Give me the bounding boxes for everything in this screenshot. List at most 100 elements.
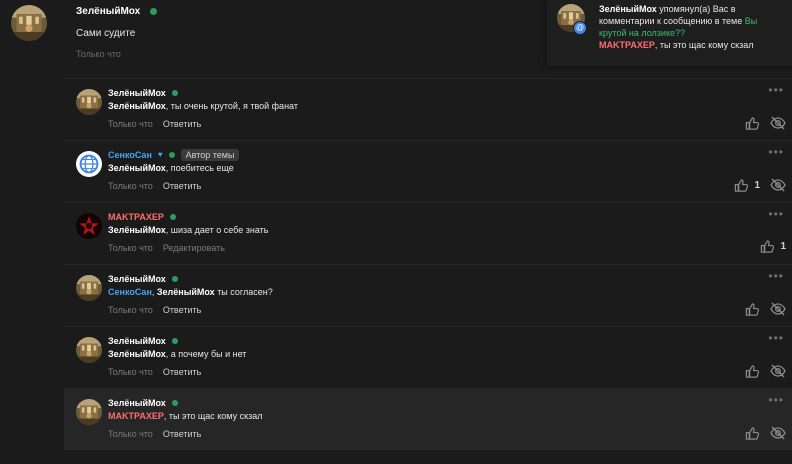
avatar[interactable] (11, 5, 47, 41)
reply-meta: Только что Ответить (108, 305, 201, 315)
reply-text-body: , ты очень крутой, я твой фанат (165, 101, 298, 111)
reply-author-name[interactable]: СенкоСан (108, 150, 152, 160)
thumbs-up-icon[interactable] (745, 426, 760, 441)
at-sign-icon: @ (573, 21, 587, 35)
reply-meta: Только что Ответить (108, 181, 201, 191)
reply-button[interactable]: Ответить (163, 119, 201, 129)
eye-off-icon[interactable] (770, 363, 786, 379)
thumbs-up-icon[interactable] (760, 239, 775, 254)
reply-button[interactable]: Ответить (163, 181, 201, 191)
online-status-dot (169, 213, 176, 220)
reply-text: ЗелёныйМох, ты очень крутой, я твой фана… (108, 101, 298, 111)
reply-time: Только что (108, 305, 153, 315)
reply-time: Только что (108, 119, 153, 129)
reply-button[interactable]: Ответить (163, 429, 201, 439)
reply-header: ЗелёныйМох (108, 396, 178, 409)
reply-author-name[interactable]: ЗелёныйМох (108, 336, 166, 346)
reply-actions (745, 425, 786, 441)
reply-time: Только что (108, 429, 153, 439)
like-count: 1 (754, 179, 760, 191)
mention-link[interactable]: ЗелёныйМох (157, 287, 215, 297)
reply-meta: Только что Редактировать (108, 243, 225, 253)
reply-time: Только что (108, 243, 153, 253)
thumbs-up-icon[interactable] (745, 302, 760, 317)
edit-button[interactable]: Редактировать (163, 243, 225, 253)
heart-icon: ♥ (157, 150, 163, 159)
reply-button[interactable]: Ответить (163, 305, 201, 315)
reply-actions: 1 (734, 177, 786, 193)
notification-author[interactable]: ЗелёныйМох (599, 4, 657, 14)
reply-header: ЗелёныйМох (108, 86, 178, 99)
online-status-dot (168, 151, 175, 158)
more-dots-icon[interactable]: ••• (768, 394, 784, 406)
reply-button[interactable]: Ответить (163, 367, 201, 377)
online-status-dot (171, 89, 178, 96)
reply-actions (745, 363, 786, 379)
reply-header: ЗелёныйМох (108, 334, 178, 347)
notification-quote-text: , ты это щас кому скзал (654, 40, 754, 50)
online-status-dot (150, 8, 157, 15)
more-dots-icon[interactable]: ••• (768, 146, 784, 158)
comment-reply: MAKTPAXEP ЗелёныйМох, шиза дает о себе з… (64, 202, 792, 264)
reply-actions: 1 (760, 239, 786, 254)
notification-popup[interactable]: @ ЗелёныйМох упомянул(а) Вас в комментар… (547, 0, 792, 66)
reply-text-body: , шиза дает о себе знать (165, 225, 269, 235)
reply-meta: Только что Ответить (108, 367, 201, 377)
online-status-dot (171, 399, 178, 406)
mention-link[interactable]: ЗелёныйМох (108, 163, 166, 173)
avatar[interactable] (76, 151, 102, 177)
post-text: Сами судите (76, 28, 136, 39)
online-status-dot (171, 337, 178, 344)
comment-reply: СенкоСан ♥ Автор темы ЗелёныйМох, поебит… (64, 140, 792, 202)
topic-author-badge: Автор темы (180, 148, 240, 161)
reply-text: СенкоСан, ЗелёныйМох ты согласен? (108, 287, 273, 297)
mention-link[interactable]: ЗелёныйМох (108, 349, 166, 359)
reply-author-name[interactable]: ЗелёныйМох (108, 398, 166, 408)
reply-time: Только что (108, 181, 153, 191)
thumbs-up-icon[interactable] (745, 364, 760, 379)
more-dots-icon[interactable]: ••• (768, 84, 784, 96)
avatar[interactable] (76, 89, 102, 115)
more-dots-icon[interactable]: ••• (768, 332, 784, 344)
thumbs-up-icon[interactable] (734, 178, 749, 193)
comment-reply: ЗелёныйМох СенкоСан, ЗелёныйМох ты согла… (64, 264, 792, 326)
avatar[interactable] (76, 337, 102, 363)
reply-header: MAKTPAXEP (108, 210, 176, 223)
reply-text: MAKTPAXEP, ты это щас кому скзал (108, 411, 263, 421)
comment-reply: ЗелёныйМох MAKTPAXEP, ты это щас кому ск… (64, 388, 792, 450)
reply-text: ЗелёныйМох, поебитесь еще (108, 163, 234, 173)
reply-author-name[interactable]: ЗелёныйМох (108, 274, 166, 284)
thumbs-up-icon[interactable] (745, 116, 760, 131)
more-dots-icon[interactable]: ••• (768, 208, 784, 220)
reply-text-body: , а почему бы и нет (165, 349, 247, 359)
avatar[interactable] (76, 399, 102, 425)
eye-off-icon[interactable] (770, 425, 786, 441)
reply-text: ЗелёныйМох, шиза дает о себе знать (108, 225, 268, 235)
mention-link[interactable]: ЗелёныйМох (108, 101, 166, 111)
reply-author-name[interactable]: MAKTPAXEP (108, 212, 164, 222)
reply-actions (745, 301, 786, 317)
post-author-name[interactable]: ЗелёныйМох (76, 6, 140, 17)
more-dots-icon[interactable]: ••• (768, 270, 784, 282)
reply-text-body: ты согласен? (214, 287, 273, 297)
eye-off-icon[interactable] (770, 115, 786, 131)
comment-reply: ЗелёныйМох ЗелёныйМох, а почему бы и нет… (64, 326, 792, 388)
mention-link[interactable]: СенкоСан (108, 287, 152, 297)
eye-off-icon[interactable] (770, 301, 786, 317)
avatar[interactable] (76, 213, 102, 239)
comment-reply: ЗелёныйМох ЗелёныйМох, ты очень крутой, … (64, 78, 792, 140)
reply-author-name[interactable]: ЗелёныйМох (108, 88, 166, 98)
like-count: 1 (780, 241, 786, 252)
notification-text: ЗелёныйМох упомянул(а) Вас в комментарии… (599, 3, 787, 51)
avatar[interactable] (76, 275, 102, 301)
reply-header: СенкоСан ♥ Автор темы (108, 148, 240, 161)
online-status-dot (171, 275, 178, 282)
mention-link[interactable]: ЗелёныйМох (108, 225, 166, 235)
reply-actions (745, 115, 786, 131)
reply-time: Только что (108, 367, 153, 377)
notification-quote-author[interactable]: MAKTPAXEP (599, 40, 655, 50)
mention-link[interactable]: MAKTPAXEP (108, 411, 164, 421)
reply-text-body: , ты это щас кому скзал (163, 411, 263, 421)
reply-meta: Только что Ответить (108, 429, 201, 439)
eye-off-icon[interactable] (770, 177, 786, 193)
